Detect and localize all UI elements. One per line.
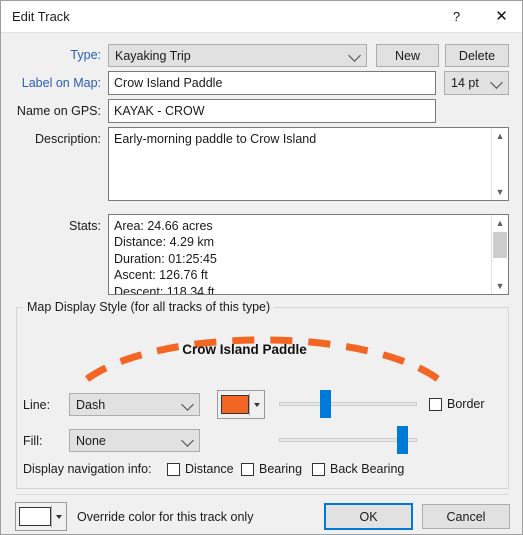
scroll-down-icon[interactable]: ▼ <box>492 184 508 200</box>
divider <box>51 505 52 528</box>
description-textarea[interactable]: Early-morning paddle to Crow Island ▲ ▼ <box>108 127 509 201</box>
description-label: Description: <box>35 132 101 146</box>
nav-info-label: Display navigation info: <box>23 462 152 476</box>
checkbox-box[interactable] <box>241 462 254 476</box>
stats-line: Descent: 118.34 ft <box>114 284 215 295</box>
close-icon[interactable]: ✕ <box>479 1 522 31</box>
stats-scrollbar[interactable]: ▲ ▼ <box>491 215 508 294</box>
chevron-down-icon[interactable] <box>56 514 62 519</box>
type-select[interactable]: Kayaking Trip <box>108 44 367 67</box>
stats-line: Duration: 01:25:45 <box>114 251 217 266</box>
name-on-gps-input[interactable]: KAYAK - CROW <box>108 99 436 123</box>
chevron-down-icon <box>490 76 503 89</box>
distance-checkbox-label: Distance <box>185 462 234 476</box>
line-color-swatch[interactable] <box>221 395 250 414</box>
border-checkbox[interactable]: Border <box>429 397 485 411</box>
scroll-up-icon[interactable]: ▲ <box>492 128 508 144</box>
chevron-down-icon <box>181 433 194 447</box>
chevron-down-icon <box>348 48 361 62</box>
scrollbar-thumb[interactable] <box>493 232 507 258</box>
title-bar: Edit Track ? ✕ <box>1 1 522 33</box>
description-scrollbar[interactable]: ▲ ▼ <box>491 128 508 200</box>
cancel-button[interactable]: Cancel <box>422 504 510 529</box>
divider <box>249 393 250 416</box>
line-style-select[interactable]: Dash <box>69 393 200 416</box>
help-icon[interactable]: ? <box>434 1 479 31</box>
override-color-button[interactable] <box>15 502 67 531</box>
delete-button[interactable]: Delete <box>445 44 509 67</box>
checkbox-box[interactable] <box>429 397 442 411</box>
new-button[interactable]: New <box>376 44 439 67</box>
checkbox-box[interactable] <box>167 462 180 476</box>
chevron-down-icon[interactable] <box>254 402 260 407</box>
slider-thumb[interactable] <box>397 426 409 454</box>
name-on-gps-value: KAYAK - CROW <box>114 104 205 118</box>
stats-values: Area: 24.66 acres Distance: 4.29 km Durati… <box>114 218 490 295</box>
stats-line: Ascent: 126.76 ft <box>114 268 208 283</box>
border-checkbox-label: Border <box>447 397 485 411</box>
line-width-slider[interactable] <box>279 390 417 418</box>
stats-line: Area: 24.66 acres <box>114 219 213 233</box>
type-select-value: Kayaking Trip <box>115 48 191 63</box>
fill-style-value: None <box>76 433 106 448</box>
label-on-map-input[interactable]: Crow Island Paddle <box>108 71 436 95</box>
checkbox-box[interactable] <box>312 462 325 476</box>
stats-list[interactable]: Area: 24.66 acres Distance: 4.29 km Durati… <box>108 214 509 295</box>
override-color-swatch[interactable] <box>19 507 52 526</box>
label-on-map-value: Crow Island Paddle <box>114 76 223 90</box>
map-display-style-title: Map Display Style (for all tracks of thi… <box>23 300 275 314</box>
scroll-up-icon[interactable]: ▲ <box>492 215 508 231</box>
back-bearing-checkbox-label: Back Bearing <box>330 462 405 476</box>
override-color-label: Override color for this track only <box>77 510 254 524</box>
distance-checkbox[interactable]: Distance <box>167 462 234 476</box>
font-size-value: 14 pt <box>451 76 479 90</box>
description-value: Early-morning paddle to Crow Island <box>114 132 317 146</box>
line-style-value: Dash <box>76 397 106 412</box>
type-label[interactable]: Type: <box>1 48 101 62</box>
back-bearing-checkbox[interactable]: Back Bearing <box>312 462 404 476</box>
name-on-gps-label: Name on GPS: <box>16 104 101 118</box>
fill-label: Fill: <box>23 434 43 448</box>
slider-track[interactable] <box>279 402 417 406</box>
line-color-button[interactable] <box>217 390 265 419</box>
bearing-checkbox[interactable]: Bearing <box>241 462 302 476</box>
fill-opacity-slider[interactable] <box>279 426 417 454</box>
footer-divider <box>16 494 509 495</box>
font-size-select[interactable]: 14 pt <box>444 71 509 95</box>
edit-track-dialog: Edit Track ? ✕ Type: Kayaking Trip New D… <box>0 0 523 535</box>
scroll-down-icon[interactable]: ▼ <box>492 278 508 294</box>
preview-track-label: Crow Island Paddle <box>182 342 307 357</box>
fill-style-select[interactable]: None <box>69 429 200 452</box>
ok-button[interactable]: OK <box>324 503 413 530</box>
slider-thumb[interactable] <box>319 390 331 418</box>
bearing-checkbox-label: Bearing <box>259 462 303 476</box>
label-on-map-label[interactable]: Label on Map: <box>1 76 101 90</box>
line-label: Line: <box>23 398 51 412</box>
chevron-down-icon <box>181 397 194 411</box>
window-title: Edit Track <box>12 9 70 24</box>
stats-line: Distance: 4.29 km <box>114 235 215 250</box>
stats-label: Stats: <box>69 219 101 233</box>
